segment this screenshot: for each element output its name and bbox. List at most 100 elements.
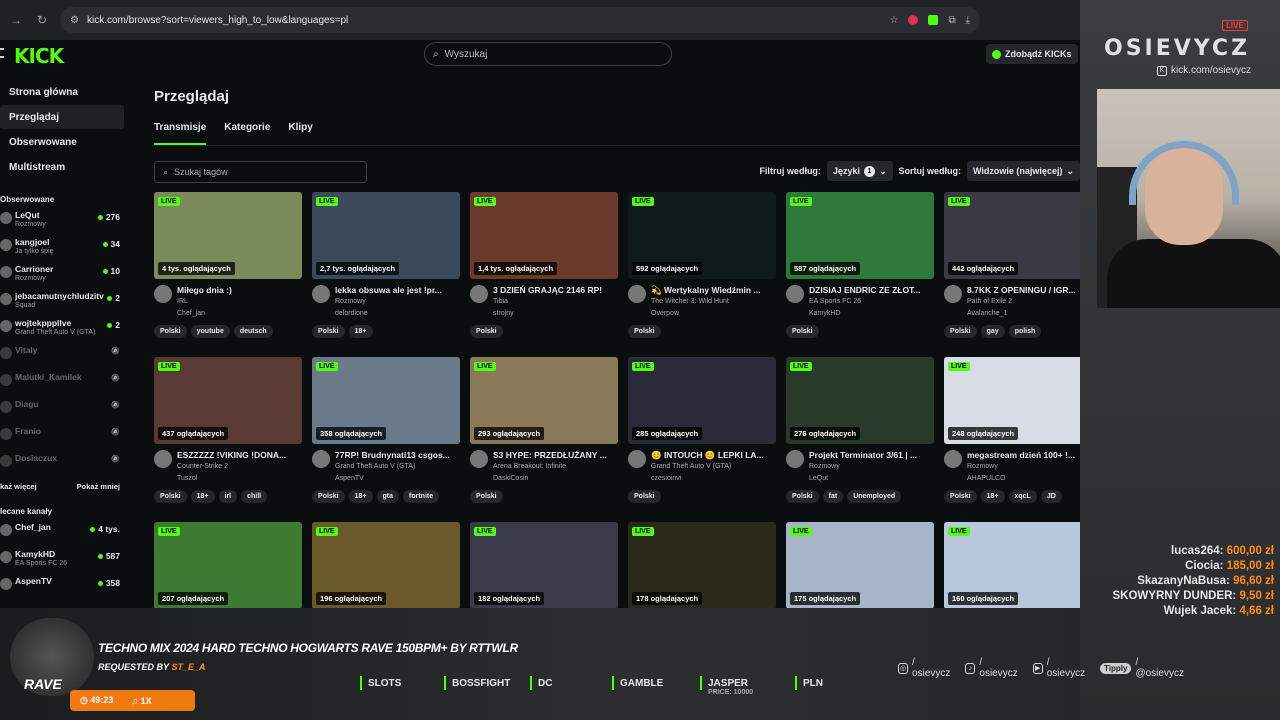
channel-name[interactable]: AHAPULCO	[967, 473, 1080, 485]
stream-thumbnail[interactable]: LIVE 276 oglądających	[786, 357, 934, 444]
stream-thumbnail[interactable]: LIVE 175 oglądających	[786, 522, 934, 608]
stream-title[interactable]: ESZZZZZ !VIKING !DONA...	[177, 450, 301, 461]
tag-chip[interactable]: Polski	[628, 490, 661, 503]
channel-avatar[interactable]	[944, 285, 962, 303]
following-item[interactable]: Vitaly 🔕	[0, 345, 124, 372]
stream-card[interactable]: LIVE 4 tys. oglądających Miłego dnia :) IRL…	[154, 192, 302, 338]
stream-card[interactable]: LIVE 285 oglądających 😊 INTOUCH 😊 LEPKI LA…	[628, 357, 776, 503]
stream-title[interactable]: Miłego dnia :)	[177, 285, 301, 296]
extension-icon-green[interactable]	[928, 15, 939, 25]
channel-name[interactable]: KamykHD	[809, 308, 933, 320]
show-less-button[interactable]: Pokaż mniej	[77, 482, 120, 491]
channel-name[interactable]: DaskiCosin	[493, 473, 617, 485]
stream-card[interactable]: LIVE 160 oglądających	[944, 522, 1080, 608]
stream-card[interactable]: LIVE 276 oglądających Projekt Terminator 3…	[786, 357, 934, 503]
stream-card[interactable]: LIVE 196 oglądających	[312, 522, 460, 608]
tag-chip[interactable]: chill	[241, 490, 268, 503]
stream-card[interactable]: LIVE 358 oglądających 77RP! Brudnynati13 c…	[312, 357, 460, 503]
stream-category[interactable]: The Witcher 3: Wild Hunt	[651, 296, 775, 308]
tab-transmisje[interactable]: Transmisje	[154, 122, 207, 145]
stream-category[interactable]: Tibia	[493, 296, 617, 308]
channel-avatar[interactable]	[470, 285, 488, 303]
tag-chip[interactable]: Polski	[154, 490, 187, 503]
stream-card[interactable]: LIVE 207 oglądających	[154, 522, 302, 608]
tag-chip[interactable]: Polski	[628, 325, 661, 338]
stream-thumbnail[interactable]: LIVE 178 oglądających	[628, 522, 776, 608]
channel-avatar[interactable]	[628, 285, 646, 303]
tag-chip[interactable]: gta	[376, 490, 399, 503]
get-kicks-button[interactable]: Zdobądź KICKs	[986, 44, 1078, 64]
following-item[interactable]: wojtekpppllve Grand Theft Auto V (GTA) 2	[0, 318, 124, 345]
tag-chip[interactable]: Polski	[470, 325, 503, 338]
stream-thumbnail[interactable]: LIVE 207 oglądających	[154, 522, 302, 608]
stream-card[interactable]: LIVE 437 oglądających ESZZZZZ !VIKING !DON…	[154, 357, 302, 503]
channel-avatar[interactable]	[628, 450, 646, 468]
following-item[interactable]: jebacamutnychludzitv Squad 2	[0, 291, 124, 318]
stream-card[interactable]: LIVE 248 oglądających megastream dzień 100…	[944, 357, 1080, 503]
stream-category[interactable]: Rozmowy	[809, 461, 933, 473]
stream-title[interactable]: 💫 Wertykalny Wiedźmin ...	[651, 285, 775, 296]
tag-chip[interactable]: 18+	[348, 325, 373, 338]
channel-avatar[interactable]	[470, 450, 488, 468]
tag-chip[interactable]: gay	[980, 325, 1005, 338]
tag-chip[interactable]: Polski	[470, 490, 503, 503]
download-icon[interactable]: ⤓	[966, 15, 970, 26]
tag-chip[interactable]: 18+	[190, 490, 215, 503]
forward-icon[interactable]: →	[8, 13, 24, 27]
channel-name[interactable]: Avalanche_1	[967, 308, 1080, 320]
stream-title[interactable]: 3 DZIEŃ GRAJĄC 2146 RP!	[493, 285, 617, 296]
tag-chip[interactable]: Polski	[154, 325, 187, 338]
sort-dropdown[interactable]: Widzowie (najwięcej) ⌄	[967, 161, 1080, 181]
stream-thumbnail[interactable]: LIVE 2,7 tys. oglądających	[312, 192, 460, 279]
stream-title[interactable]: lekka obsuwa ale jest !pr...	[335, 285, 459, 296]
stream-category[interactable]: IRL	[177, 296, 301, 308]
stream-card[interactable]: LIVE 442 oglądających 8.7KK Z OPENINGU / I…	[944, 192, 1080, 338]
stream-card[interactable]: LIVE 182 oglądających	[470, 522, 618, 608]
channel-avatar[interactable]	[786, 450, 804, 468]
sidebar-nav-item[interactable]: Strona główna	[0, 80, 124, 104]
channel-avatar[interactable]	[944, 450, 962, 468]
channel-avatar[interactable]	[154, 285, 172, 303]
stream-card[interactable]: LIVE 293 oglądających S3 HYPE: PRZEDŁUŻANY…	[470, 357, 618, 503]
tag-search-input[interactable]: ⌕ Szukaj tagów	[154, 161, 367, 183]
site-settings-icon[interactable]: ⚙	[70, 15, 79, 26]
recommended-item[interactable]: AspenTV 358	[0, 576, 124, 603]
tag-chip[interactable]: polish	[1008, 325, 1042, 338]
channel-name[interactable]: czesioinvi	[651, 473, 775, 485]
tag-chip[interactable]: Polski	[312, 325, 345, 338]
sidebar-nav-item[interactable]: Przeglądaj	[0, 105, 124, 129]
stream-thumbnail[interactable]: LIVE 4 tys. oglądających	[154, 192, 302, 279]
stream-thumbnail[interactable]: LIVE 196 oglądających	[312, 522, 460, 608]
tag-chip[interactable]: Polski	[786, 325, 819, 338]
search-input[interactable]: ⌕ Wyszukaj	[424, 42, 672, 66]
tab-klipy[interactable]: Klipy	[288, 122, 312, 145]
channel-avatar[interactable]	[312, 285, 330, 303]
following-item[interactable]: Malutki_Kamilek 🔕	[0, 372, 124, 399]
stream-thumbnail[interactable]: LIVE 285 oglądających	[628, 357, 776, 444]
stream-title[interactable]: Projekt Terminator 3/61 | ...	[809, 450, 933, 461]
stream-thumbnail[interactable]: LIVE 293 oglądających	[470, 357, 618, 444]
tab-kategorie[interactable]: Kategorie	[224, 122, 270, 145]
channel-avatar[interactable]	[312, 450, 330, 468]
channel-name[interactable]: Tuszol	[177, 473, 301, 485]
stream-card[interactable]: LIVE 178 oglądających	[628, 522, 776, 608]
channel-name[interactable]: AspenTV	[335, 473, 459, 485]
stream-card[interactable]: LIVE 2,7 tys. oglądających lekka obsuwa al…	[312, 192, 460, 338]
stream-category[interactable]: Rozmowy	[967, 461, 1080, 473]
following-item[interactable]: Dosiaczux 🔕	[0, 453, 124, 480]
bookmark-star-icon[interactable]: ☆	[889, 15, 898, 26]
tag-chip[interactable]: Unemployed	[847, 490, 902, 503]
stream-thumbnail[interactable]: LIVE 358 oglądających	[312, 357, 460, 444]
tag-chip[interactable]: deutsch	[233, 325, 273, 338]
stream-card[interactable]: LIVE 1,4 tys. oglądających 3 DZIEŃ GRAJĄC …	[470, 192, 618, 338]
channel-name[interactable]: LeQut	[809, 473, 933, 485]
tag-chip[interactable]: JD	[1040, 490, 1062, 503]
tag-chip[interactable]: Polski	[944, 325, 977, 338]
stream-thumbnail[interactable]: LIVE 437 oglądających	[154, 357, 302, 444]
stream-category[interactable]: Grand Theft Auto V (GTA)	[335, 461, 459, 473]
recommended-item[interactable]: Chef_jan 4 tys.	[0, 522, 124, 549]
recommended-item[interactable]: KamykHD EA Sports FC 26 587	[0, 549, 124, 576]
channel-name[interactable]: Chef_jan	[177, 308, 301, 320]
extension-icon-red[interactable]	[908, 15, 919, 25]
menu-icon[interactable]	[0, 48, 4, 58]
